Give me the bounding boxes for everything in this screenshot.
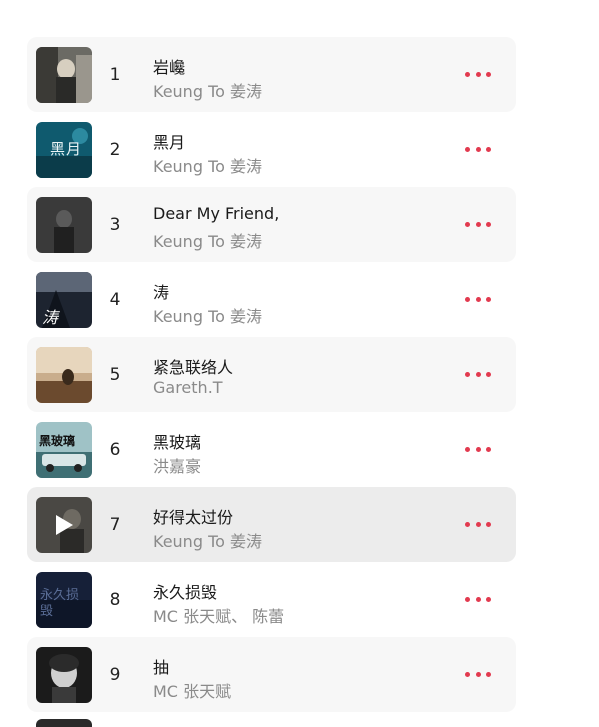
track-artist[interactable]: Keung To 姜涛 [153,153,262,177]
track-rank: 8 [109,590,121,610]
album-art: 涛 [36,272,92,328]
album-art [36,647,92,703]
more-dots-icon[interactable] [465,365,491,383]
track-row[interactable]: 3 Dear My Friend, Keung To 姜涛 [27,187,516,262]
track-rank: 2 [109,140,121,160]
track-artist[interactable]: Keung To 姜涛 [153,528,262,552]
more-dots-icon[interactable] [465,290,491,308]
track-title: 抽 [153,658,170,677]
track-rank: 1 [109,65,121,85]
more-dots-icon[interactable] [465,590,491,608]
track-row[interactable]: 1 岩巉 Keung To 姜涛 [27,37,516,112]
track-rank: 6 [109,440,121,460]
track-row[interactable]: 永久损毁 8 永久损毁 MC 张天赋、 陈蕾 [27,562,516,637]
track-row[interactable]: 9 抽 MC 张天赋 [27,637,516,712]
track-rank: 3 [109,215,121,235]
track-artist[interactable]: MC 张天赋、 陈蕾 [153,603,284,627]
album-art: 黑玻璃 [36,422,92,478]
album-art-label: 涛 [42,308,59,327]
more-dots-icon[interactable] [465,140,491,158]
track-rank: 9 [109,665,121,685]
track-artist[interactable]: Keung To 姜涛 [153,228,262,252]
album-art [36,47,92,103]
album-art-label: 黑月 [50,140,83,158]
more-dots-icon[interactable] [465,440,491,458]
more-dots-icon[interactable] [465,515,491,533]
album-art [36,197,92,253]
more-dots-icon[interactable] [465,215,491,233]
track-artist[interactable]: Gareth.T [153,378,223,397]
album-art [36,497,92,553]
track-rank: 4 [109,290,121,310]
track-title: 紧急联络人 [153,358,234,377]
track-list: 1 岩巉 Keung To 姜涛 黑月 2 黑月 Keung To 姜涛 3 D… [27,37,516,727]
play-icon[interactable] [36,497,92,553]
track-rank: 7 [109,515,121,535]
track-title: 岩巉 [153,58,186,77]
album-art-label: 黑玻璃 [39,434,76,448]
track-artist[interactable]: Keung To 姜涛 [153,303,262,327]
album-art-label: 永久损毁 [40,588,80,619]
track-title: Dear My Friend, [153,204,280,223]
album-art [36,347,92,403]
track-row[interactable]: 黑玻璃 6 黑玻璃 洪嘉豪 [27,412,516,487]
album-art: 永久损毁 [36,572,92,628]
more-dots-icon[interactable] [465,65,491,83]
track-artist[interactable]: 洪嘉豪 [153,453,201,477]
more-dots-icon[interactable] [465,665,491,683]
track-title: 黑月 [153,133,186,152]
track-title: 好得太过份 [153,508,234,527]
album-art: 黑月 [36,122,92,178]
track-artist[interactable]: Keung To 姜涛 [153,78,262,102]
track-row[interactable]: 黑月 2 黑月 Keung To 姜涛 [27,112,516,187]
track-row-now-playing[interactable]: 7 好得太过份 Keung To 姜涛 [27,487,516,562]
track-row[interactable]: 涛 4 涛 Keung To 姜涛 [27,262,516,337]
track-title: 黑玻璃 [153,433,202,452]
track-rank: 5 [109,365,121,385]
track-row[interactable]: 5 紧急联络人 Gareth.T [27,337,516,412]
track-title: 永久损毁 [153,583,218,602]
track-artist[interactable]: MC 张天赋 [153,678,231,702]
track-title: 涛 [153,283,170,302]
